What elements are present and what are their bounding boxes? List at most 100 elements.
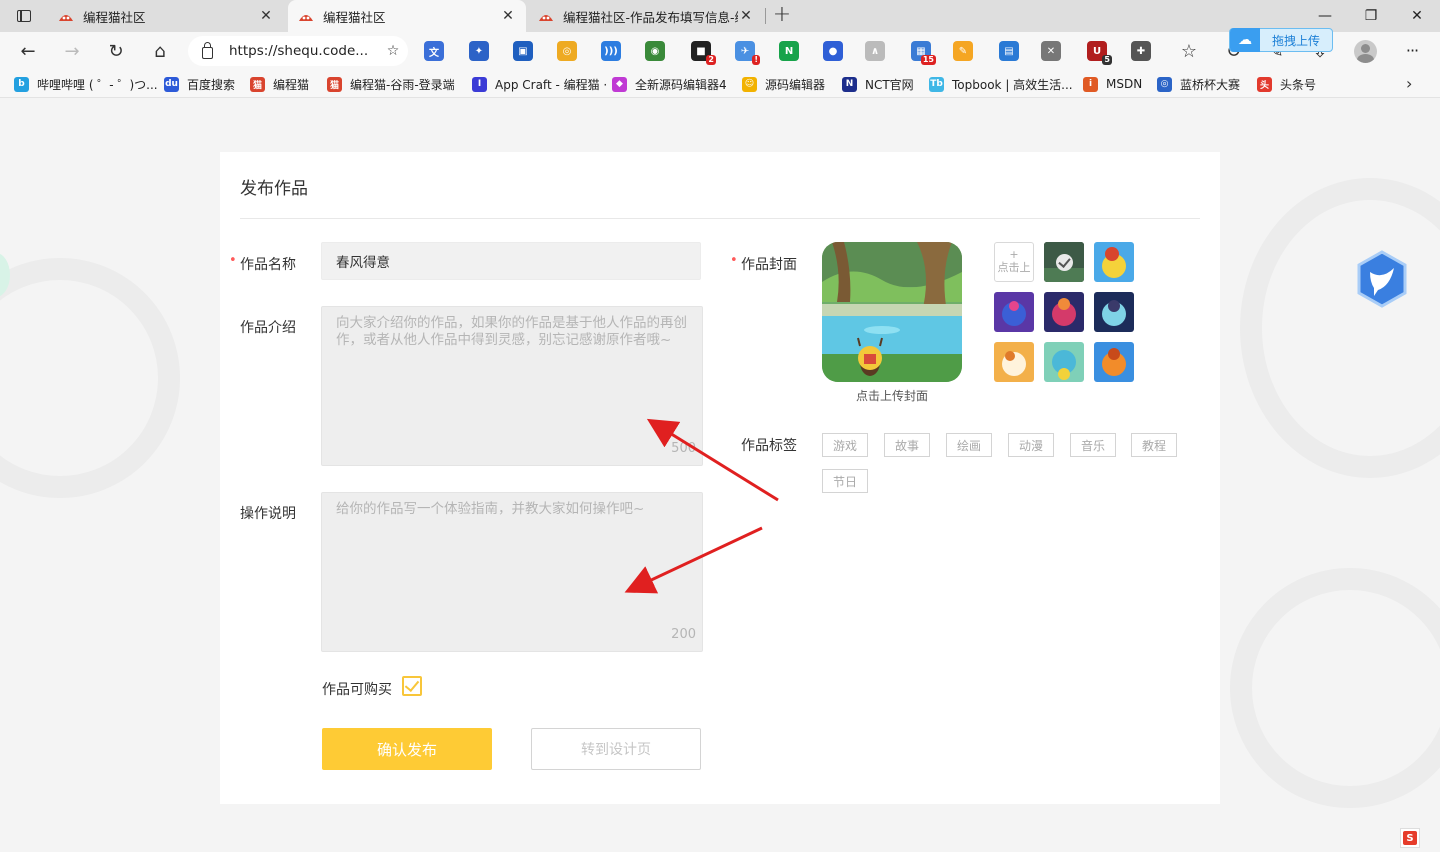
work-name-input[interactable]: 春风得意 [321, 242, 701, 280]
close-window-button[interactable]: ✕ [1394, 0, 1440, 32]
intro-textarea[interactable]: 向大家介绍你的作品，如果你的作品是基于他人作品的再创作，或者从他人作品中得到灵感… [321, 306, 703, 466]
bookmark-item[interactable]: 猫编程猫-谷雨-登录端 [327, 74, 455, 94]
purchasable-checkbox[interactable] [402, 676, 422, 696]
tool-ext-icon[interactable]: ✎ [953, 41, 973, 61]
favorites-icon[interactable]: ☆ [1175, 37, 1203, 65]
bookmark-item[interactable]: du 百度搜索 [164, 74, 235, 94]
upload-thumb-label: 点击上 [997, 261, 1031, 274]
refresh-button[interactable]: ↻ [102, 37, 130, 65]
circle-ext-icon[interactable]: ● [823, 41, 843, 61]
tag-anime[interactable]: 动漫 [1008, 433, 1054, 457]
bookmark-item[interactable]: i MSDN [1083, 74, 1142, 94]
guide-placeholder: 给你的作品写一个体验指南，并教大家如何操作吧~ [336, 501, 645, 517]
bookmark-item[interactable]: ◎ 蓝桥杯大赛 [1157, 74, 1240, 94]
tab-3[interactable]: 编程猫社区-作品发布填写信息-编 ✕ [528, 0, 764, 32]
ime-s-icon[interactable]: S [1400, 828, 1420, 848]
tag-game[interactable]: 游戏 [822, 433, 868, 457]
cover-option-thumb[interactable] [1044, 242, 1084, 282]
bookmark-label: App Craft - 编程猫 · [495, 77, 608, 92]
tab-1[interactable]: 编程猫社区 ✕ [48, 0, 284, 32]
tag-festival[interactable]: 节日 [822, 469, 868, 493]
confirm-publish-button[interactable]: 确认发布 [322, 728, 492, 770]
guide-counter: 200 [671, 627, 696, 642]
bookmark-item[interactable]: I App Craft - 编程猫 · [472, 74, 607, 94]
bookmark-favicon-icon: Tb [929, 76, 944, 92]
bookmark-item[interactable]: 猫编程猫 [250, 74, 309, 94]
grid-ext-icon[interactable]: ▦ 15 [911, 41, 936, 65]
chevron-right-icon[interactable]: › [1406, 74, 1412, 93]
cover-option-thumb[interactable] [1094, 242, 1134, 282]
tab-title: 编程猫社区-作品发布填写信息-编 [563, 9, 738, 25]
cover-option-thumb[interactable] [994, 292, 1034, 332]
back-button[interactable]: ← [14, 37, 42, 65]
guide-textarea[interactable]: 给你的作品写一个体验指南，并教大家如何操作吧~ 200 [321, 492, 703, 652]
profile-avatar[interactable] [1354, 40, 1377, 63]
close-icon[interactable]: ✕ [500, 8, 516, 24]
cover-option-thumb[interactable] [1094, 342, 1134, 382]
shield-ext-icon[interactable]: U5 [1087, 41, 1112, 65]
intro-label: 作品介绍 [240, 320, 296, 336]
chat-ext-icon[interactable]: ■ 2 [691, 41, 716, 65]
bookmark-favicon-icon: 猫 [250, 76, 265, 92]
cover-option-thumb[interactable] [1094, 292, 1134, 332]
puzzle-blue-ext-icon[interactable]: ✦ [469, 41, 489, 61]
forward-button[interactable]: → [58, 37, 86, 65]
close-icon[interactable]: ✕ [738, 8, 754, 24]
title-divider [240, 218, 1200, 219]
guide-label: 操作说明 [240, 506, 296, 522]
bookmark-item[interactable]: ☺ 源码编辑器 [742, 74, 825, 94]
mountain-ext-icon[interactable]: ∧ [865, 41, 885, 61]
signal-ext-icon[interactable]: ))) [601, 41, 621, 61]
more-menu-button[interactable]: ··· [1400, 41, 1424, 61]
cover-thumb-image [1044, 342, 1084, 382]
address-bar[interactable]: https://shequ.code... ☆ [188, 36, 408, 66]
codemao-bird-logo-icon[interactable] [1356, 250, 1408, 308]
n-ext-icon[interactable]: N [779, 41, 799, 61]
image-ext-icon[interactable]: ▣ [513, 41, 533, 61]
bookmark-item[interactable]: 头头条号 [1257, 74, 1316, 94]
tag-music[interactable]: 音乐 [1070, 433, 1116, 457]
cover-thumb-image [1094, 342, 1134, 382]
bird-ext-icon[interactable]: ✈! [735, 41, 760, 65]
bookmark-favicon-icon: ☺ [742, 76, 757, 92]
bookmark-item[interactable]: Tb Topbook | 高效生活... [929, 74, 1073, 94]
cover-upload-image[interactable] [822, 242, 962, 382]
background-decoration [1230, 568, 1440, 808]
tag-story[interactable]: 故事 [884, 433, 930, 457]
translate-ext-icon[interactable]: 文 [424, 41, 444, 61]
cover-option-thumb[interactable] [1044, 342, 1084, 382]
bookmark-item[interactable]: b 哔哩哔哩 ( ゜- ゜)つ... [14, 74, 158, 94]
goto-design-button[interactable]: 转到设计页 [531, 728, 701, 770]
home-button[interactable]: ⌂ [146, 37, 174, 65]
bookmark-favicon-icon: ◎ [1157, 76, 1172, 92]
new-tab-button[interactable]: + [770, 4, 794, 28]
bookmark-favicon-icon: b [14, 76, 29, 92]
tab-2-active[interactable]: 编程猫社区 ✕ [288, 0, 526, 32]
codemao-favicon [539, 15, 553, 21]
cover-option-thumb[interactable] [1044, 292, 1084, 332]
tab-actions-button[interactable] [8, 6, 40, 26]
compass-ext-icon[interactable]: ✕ [1041, 41, 1061, 61]
plus-icon: + [1009, 248, 1019, 261]
close-icon[interactable]: ✕ [258, 8, 274, 24]
globe-ext-icon[interactable]: ◉ [645, 41, 665, 61]
bookmark-label: 蓝桥杯大赛 [1180, 77, 1241, 92]
ring-ext-icon[interactable]: ◎ [557, 41, 577, 61]
bookmark-item[interactable]: ◆ 全新源码编辑器4 [612, 74, 727, 94]
favorite-star-icon[interactable]: ☆ [378, 43, 408, 59]
tag-drawing[interactable]: 绘画 [946, 433, 992, 457]
cover-thumb-image [994, 292, 1034, 332]
restore-button[interactable]: ❐ [1348, 0, 1394, 32]
screenshot-ext-icon[interactable]: ▤ [999, 41, 1019, 61]
bookmark-favicon-icon: du [164, 76, 179, 92]
drag-upload-button[interactable]: ☁ 拖拽上传 [1229, 28, 1333, 52]
upload-thumb-button[interactable]: + 点击上 [994, 242, 1034, 282]
tag-tutorial[interactable]: 教程 [1131, 433, 1177, 457]
bookmark-item[interactable]: N NCT官网 [842, 74, 914, 94]
cover-option-thumb[interactable] [994, 342, 1034, 382]
extension-badge: ! [752, 55, 760, 65]
cover-thumb-image [1044, 292, 1084, 332]
puzzle-ext-icon[interactable]: ✚ [1131, 41, 1151, 61]
purchasable-label: 作品可购买 [322, 682, 392, 698]
bookmark-label: 编程猫-谷雨-登录端 [350, 77, 455, 92]
